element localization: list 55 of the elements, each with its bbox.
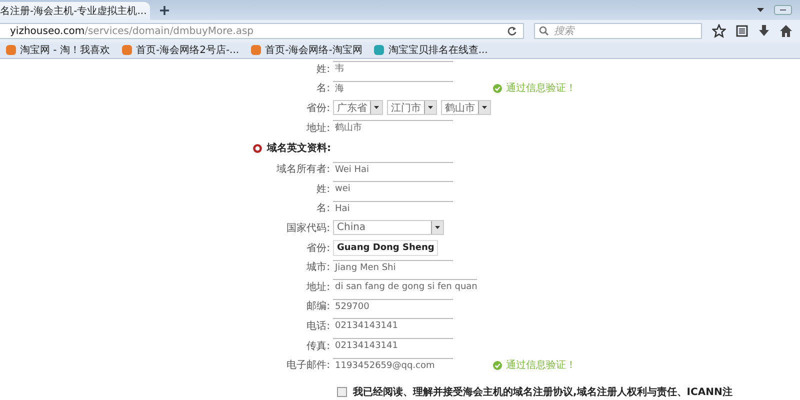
field-label: 地址:: [306, 122, 331, 135]
input-field[interactable]: 海: [333, 80, 453, 96]
checkbox[interactable]: [337, 386, 347, 397]
input-field[interactable]: 鹤山市: [333, 120, 453, 136]
input-field[interactable]: Guang Dong Sheng: [333, 240, 438, 256]
field-label: 姓:: [316, 182, 331, 196]
field-label: 国家代码:: [286, 222, 331, 235]
field-label: 邮编:: [306, 300, 331, 314]
browser-tab[interactable]: 名注册-海会主机-专业虚拟主机...: [0, 2, 150, 20]
validation-message: 通过信息验证！: [493, 358, 800, 372]
input-field[interactable]: Jiang Men Shi: [333, 260, 453, 275]
field-label: 传真:: [306, 340, 331, 353]
new-tab-icon[interactable]: [160, 6, 169, 15]
field-label: 姓:: [316, 62, 331, 76]
field-label: 电话:: [306, 320, 331, 333]
field-label: 名:: [316, 202, 331, 216]
dropdown-icon[interactable]: [757, 8, 764, 12]
search-field[interactable]: 搜索: [534, 23, 702, 39]
list-icon[interactable]: [736, 25, 748, 37]
input-field[interactable]: wei: [333, 181, 453, 196]
input-field[interactable]: di san fang de gong si fen quan: [333, 279, 478, 294]
dropdown[interactable]: 广东省: [333, 100, 383, 116]
input-field[interactable]: 529700: [333, 298, 453, 314]
minimize-icon[interactable]: [774, 5, 792, 15]
field-label: 省份:: [306, 102, 331, 115]
bookmark-item[interactable]: 淘宝宝贝排名在线查...: [374, 43, 488, 57]
input-field[interactable]: Wei Hai: [333, 162, 453, 177]
input-field[interactable]: 韦: [333, 61, 453, 76]
bookmark-item[interactable]: 首页-海会网络-淘宝网: [251, 43, 362, 57]
download-icon[interactable]: [758, 25, 770, 37]
input-field[interactable]: Hai: [333, 200, 453, 216]
dropdown[interactable]: 鹤山市: [441, 100, 491, 116]
input-field[interactable]: 02134143141: [333, 318, 453, 334]
section-heading: 域名英文资料:: [267, 142, 331, 156]
field-label: 省份:: [306, 242, 331, 255]
field-label: 电子邮件:: [286, 358, 331, 372]
section-bullet-icon: [253, 144, 262, 153]
check-icon: [493, 84, 502, 93]
dropdown[interactable]: 江门市: [387, 100, 437, 116]
bookmark-item[interactable]: 淘宝网 - 淘！我喜欢: [6, 43, 110, 57]
check-icon: [493, 360, 502, 370]
reload-icon[interactable]: [507, 26, 517, 36]
agreement-text: 我已经阅读、理解并接受海会主机的域名注册协议,域名注册人权利与责任、ICANN注: [353, 385, 732, 399]
bookmark-item[interactable]: 首页-海会网络2号店-...: [122, 43, 240, 57]
field-label: 地址:: [306, 280, 331, 294]
field-label: 名:: [316, 82, 331, 96]
field-label: 城市:: [306, 260, 331, 274]
validation-message: 通过信息验证！: [493, 81, 800, 96]
input-field[interactable]: 02134143141: [333, 338, 453, 354]
address-bar[interactable]: yizhouseo.com/services/domain/dmbuyMore.asp: [0, 23, 524, 39]
input-field[interactable]: 1193452659@qq.com: [333, 358, 453, 373]
bookmark-star-icon[interactable]: [712, 24, 726, 38]
dropdown[interactable]: China: [333, 220, 444, 236]
field-label: 域名所有者:: [276, 162, 331, 176]
home-icon[interactable]: [780, 25, 792, 37]
